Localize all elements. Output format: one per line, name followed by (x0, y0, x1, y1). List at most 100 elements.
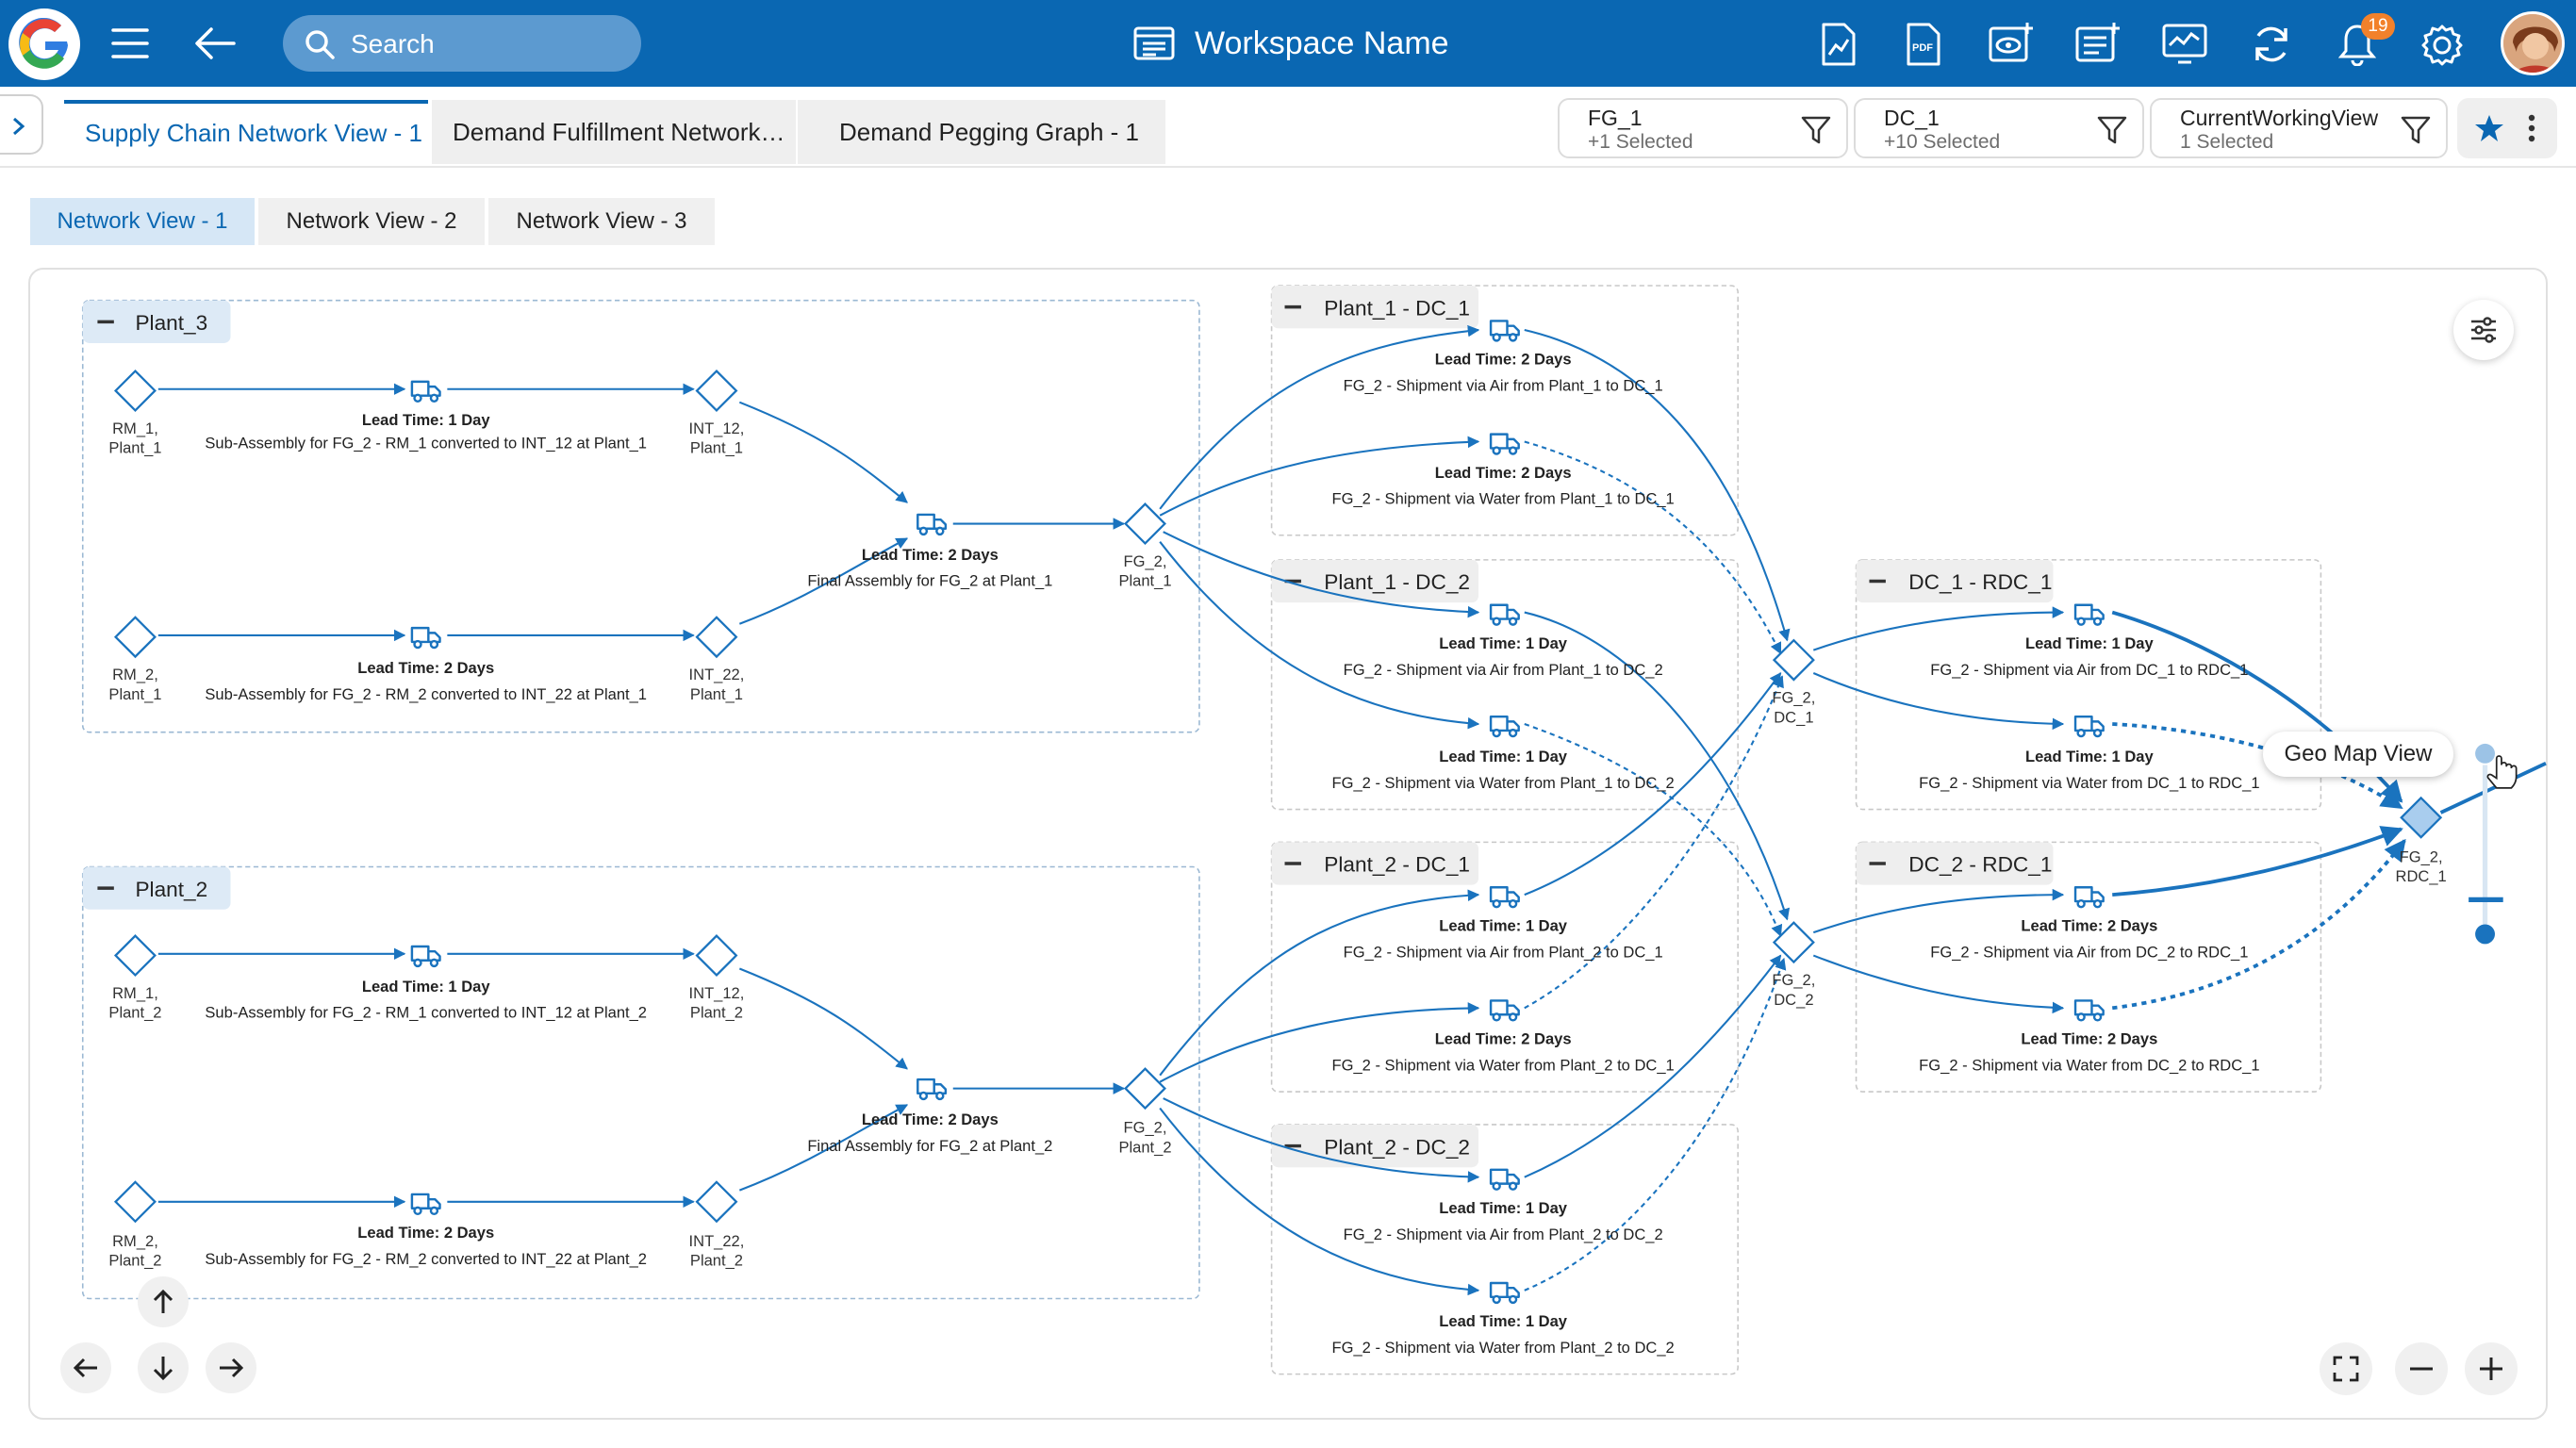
activity-description: FG_2 - Shipment via Air from Plant_1 to … (1344, 661, 1663, 679)
activity-lead-time: Lead Time: 1 Day (2025, 634, 2154, 652)
activity-lead-time: Lead Time: 2 Days (862, 546, 999, 564)
activity-lead-time: Lead Time: 1 Day (1439, 916, 1567, 934)
node-rm2-plant2[interactable] (113, 1180, 157, 1224)
activity-description: FG_2 - Shipment via Air from Plant_1 to … (1344, 376, 1663, 394)
node-fg2-plant1[interactable] (1123, 502, 1166, 546)
activity-description: Sub-Assembly for FG_2 - RM_2 converted t… (205, 685, 647, 703)
group-header-plant-3[interactable]: Plant_3 (82, 300, 231, 343)
group-label: DC_2 - RDC_1 (1908, 853, 2052, 877)
node-label: Plant_2 (690, 1004, 743, 1022)
activity-lead-time: Lead Time: 1 Day (2025, 748, 2154, 765)
activity-description: FG_2 - Shipment via Air from DC_1 to RDC… (1930, 661, 2248, 679)
node-int22-plant1[interactable] (695, 616, 738, 659)
group-label: Plant_1 - DC_1 (1324, 296, 1470, 320)
arrow-down-icon (153, 1357, 173, 1381)
truck-icon (2073, 999, 2105, 1022)
node-rm1-plant2[interactable] (113, 934, 157, 978)
node-label: INT_12, (689, 984, 745, 1002)
fullscreen-icon (2333, 1356, 2359, 1382)
activity-description: FG_2 - Shipment via Water from DC_1 to R… (1919, 774, 2259, 792)
zoom-out-button[interactable] (2395, 1342, 2448, 1395)
activity-lead-time: Lead Time: 2 Days (862, 1111, 999, 1128)
activity-lead-time: Lead Time: 2 Days (1435, 1030, 1572, 1048)
activity-lead-time: Lead Time: 2 Days (2021, 1030, 2157, 1048)
truck-icon (1489, 715, 1520, 738)
group-header-plant1-dc2[interactable]: Plant_1 - DC_2 (1271, 559, 1479, 603)
graph-settings-button[interactable] (2453, 300, 2514, 360)
activity-description: FG_2 - Shipment via Water from Plant_1 t… (1332, 774, 1675, 792)
activity-description: FG_2 - Shipment via Air from Plant_2 to … (1344, 1226, 1663, 1243)
group-box-plant-3 (81, 299, 1200, 733)
node-rm1-plant1[interactable] (113, 369, 157, 412)
node-label: INT_22, (689, 666, 745, 683)
activity-description: Sub-Assembly for FG_2 - RM_1 converted t… (205, 434, 647, 452)
node-int22-plant2[interactable] (695, 1180, 738, 1224)
fullscreen-button[interactable] (2320, 1342, 2372, 1395)
node-label: RM_1, (112, 984, 158, 1002)
node-label: Plant_2 (108, 1004, 161, 1022)
truck-icon (410, 380, 441, 403)
node-label: Plant_1 (108, 439, 161, 457)
activity-lead-time: Lead Time: 2 Days (2021, 916, 2157, 934)
activity-description: FG_2 - Shipment via Air from Plant_2 to … (1344, 943, 1663, 961)
node-label: Plant_2 (690, 1252, 743, 1270)
truck-icon (1489, 1168, 1520, 1191)
group-header-plant-2[interactable]: Plant_2 (82, 866, 231, 910)
group-header-dc1-rdc1[interactable]: DC_1 - RDC_1 (1856, 559, 2054, 603)
edges-dashed (1524, 440, 1787, 1292)
node-label: FG_2, (1772, 971, 1815, 989)
group-label: Plant_1 - DC_2 (1324, 570, 1470, 594)
pan-down-button[interactable] (138, 1342, 189, 1393)
activity-lead-time: Lead Time: 1 Day (1439, 748, 1567, 765)
group-label: Plant_2 (135, 878, 207, 901)
node-int12-plant2[interactable] (695, 934, 738, 978)
pan-up-button[interactable] (138, 1276, 189, 1327)
node-fg2-rdc1[interactable] (2400, 796, 2443, 839)
activity-description: FG_2 - Shipment via Water from Plant_2 t… (1332, 1339, 1675, 1357)
activity-lead-time: Lead Time: 1 Day (1439, 1199, 1567, 1217)
pan-left-button[interactable] (60, 1342, 111, 1393)
slider-bottom-knob[interactable] (2475, 924, 2495, 945)
node-label: DC_1 (1774, 708, 1813, 726)
truck-icon (1489, 603, 1520, 626)
node-fg2-plant2[interactable] (1123, 1067, 1166, 1111)
node-label: Plant_1 (690, 685, 743, 703)
node-int12-plant1[interactable] (695, 369, 738, 412)
network-graph: Plant_3 Plant_2 Plant_1 - DC_1 Plant_1 -… (81, 285, 2547, 1375)
truck-icon (916, 513, 948, 536)
node-label: Plant_1 (108, 685, 161, 703)
group-header-plant2-dc2[interactable]: Plant_2 - DC_2 (1271, 1124, 1479, 1168)
node-label: FG_2, (2400, 847, 2443, 865)
activity-lead-time: Lead Time: 1 Day (1439, 634, 1567, 652)
activity-lead-time: Lead Time: 1 Day (362, 411, 490, 429)
truck-icon (2073, 886, 2105, 909)
node-label: Plant_1 (1118, 572, 1171, 590)
node-label: RM_2, (112, 666, 158, 683)
activity-truck-icons (410, 320, 2105, 1305)
plus-icon (2480, 1358, 2502, 1380)
group-header-plant2-dc1[interactable]: Plant_2 - DC_1 (1271, 842, 1479, 885)
node-label: Plant_1 (690, 439, 743, 457)
activity-description: Final Assembly for FG_2 at Plant_1 (807, 572, 1052, 590)
truck-icon (916, 1078, 948, 1101)
group-header-plant1-dc1[interactable]: Plant_1 - DC_1 (1271, 286, 1479, 329)
node-label: RM_1, (112, 420, 158, 437)
group-label: DC_1 - RDC_1 (1908, 570, 2052, 594)
truck-icon (1489, 999, 1520, 1022)
truck-icon (1489, 433, 1520, 455)
truck-icon (410, 626, 441, 650)
activity-lead-time: Lead Time: 2 Days (357, 1224, 494, 1242)
zoom-in-button[interactable] (2465, 1342, 2518, 1395)
activity-lead-time: Lead Time: 2 Days (357, 659, 494, 677)
truck-icon (2073, 603, 2105, 626)
node-label: INT_12, (689, 420, 745, 437)
pan-right-button[interactable] (206, 1342, 256, 1393)
slider-top-knob[interactable] (2475, 743, 2495, 764)
truck-icon (410, 945, 441, 968)
node-rm2-plant1[interactable] (113, 616, 157, 659)
activity-description: Sub-Assembly for FG_2 - RM_1 converted t… (205, 1004, 647, 1022)
activity-description: FG_2 - Shipment via Water from Plant_1 t… (1332, 490, 1675, 508)
group-label: Plant_3 (135, 311, 207, 335)
activity-description: FG_2 - Shipment via Water from DC_2 to R… (1919, 1056, 2259, 1074)
group-header-dc2-rdc1[interactable]: DC_2 - RDC_1 (1856, 842, 2054, 885)
